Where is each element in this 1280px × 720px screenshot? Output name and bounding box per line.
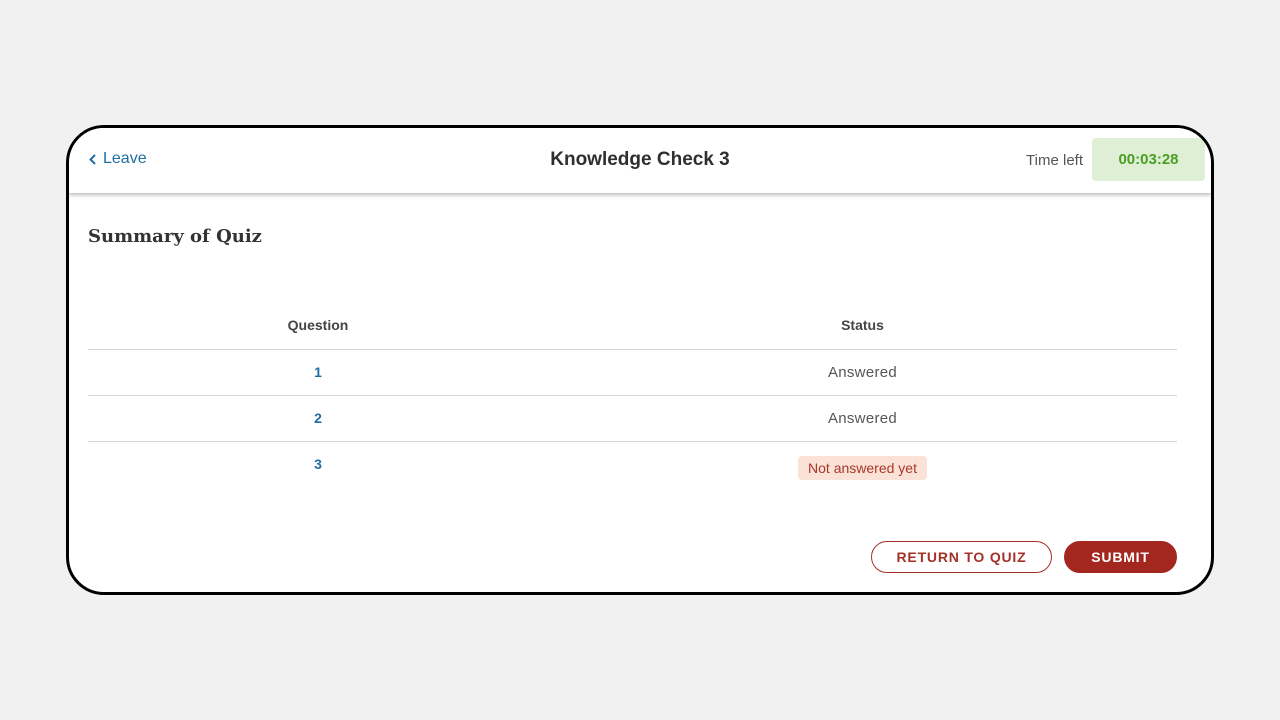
quiz-window: Leave Knowledge Check 3 Time left 00:03:… xyxy=(66,125,1214,595)
return-to-quiz-button[interactable]: RETURN TO QUIZ xyxy=(871,541,1052,573)
question-link[interactable]: 3 xyxy=(314,456,322,472)
top-bar: Leave Knowledge Check 3 Time left 00:03:… xyxy=(69,128,1211,194)
question-link[interactable]: 1 xyxy=(314,364,322,380)
time-left-label: Time left xyxy=(1026,152,1083,169)
submit-button[interactable]: SUBMIT xyxy=(1064,541,1177,573)
summary-table: Question Status 1 Answered 2 Answered 3 … xyxy=(88,302,1177,488)
not-answered-badge: Not answered yet xyxy=(798,456,927,480)
table-row: 2 Answered xyxy=(88,396,1177,442)
summary-heading: Summary of Quiz xyxy=(88,226,262,247)
table-row: 3 Not answered yet xyxy=(88,442,1177,488)
table-row: 1 Answered xyxy=(88,350,1177,396)
status-column-header: Status xyxy=(841,317,884,333)
table-header: Question Status xyxy=(88,302,1177,350)
status-text: Answered xyxy=(827,409,898,427)
question-link[interactable]: 2 xyxy=(314,410,322,426)
status-text: Answered xyxy=(827,363,898,381)
countdown-timer: 00:03:28 xyxy=(1092,138,1205,181)
question-column-header: Question xyxy=(287,317,349,333)
